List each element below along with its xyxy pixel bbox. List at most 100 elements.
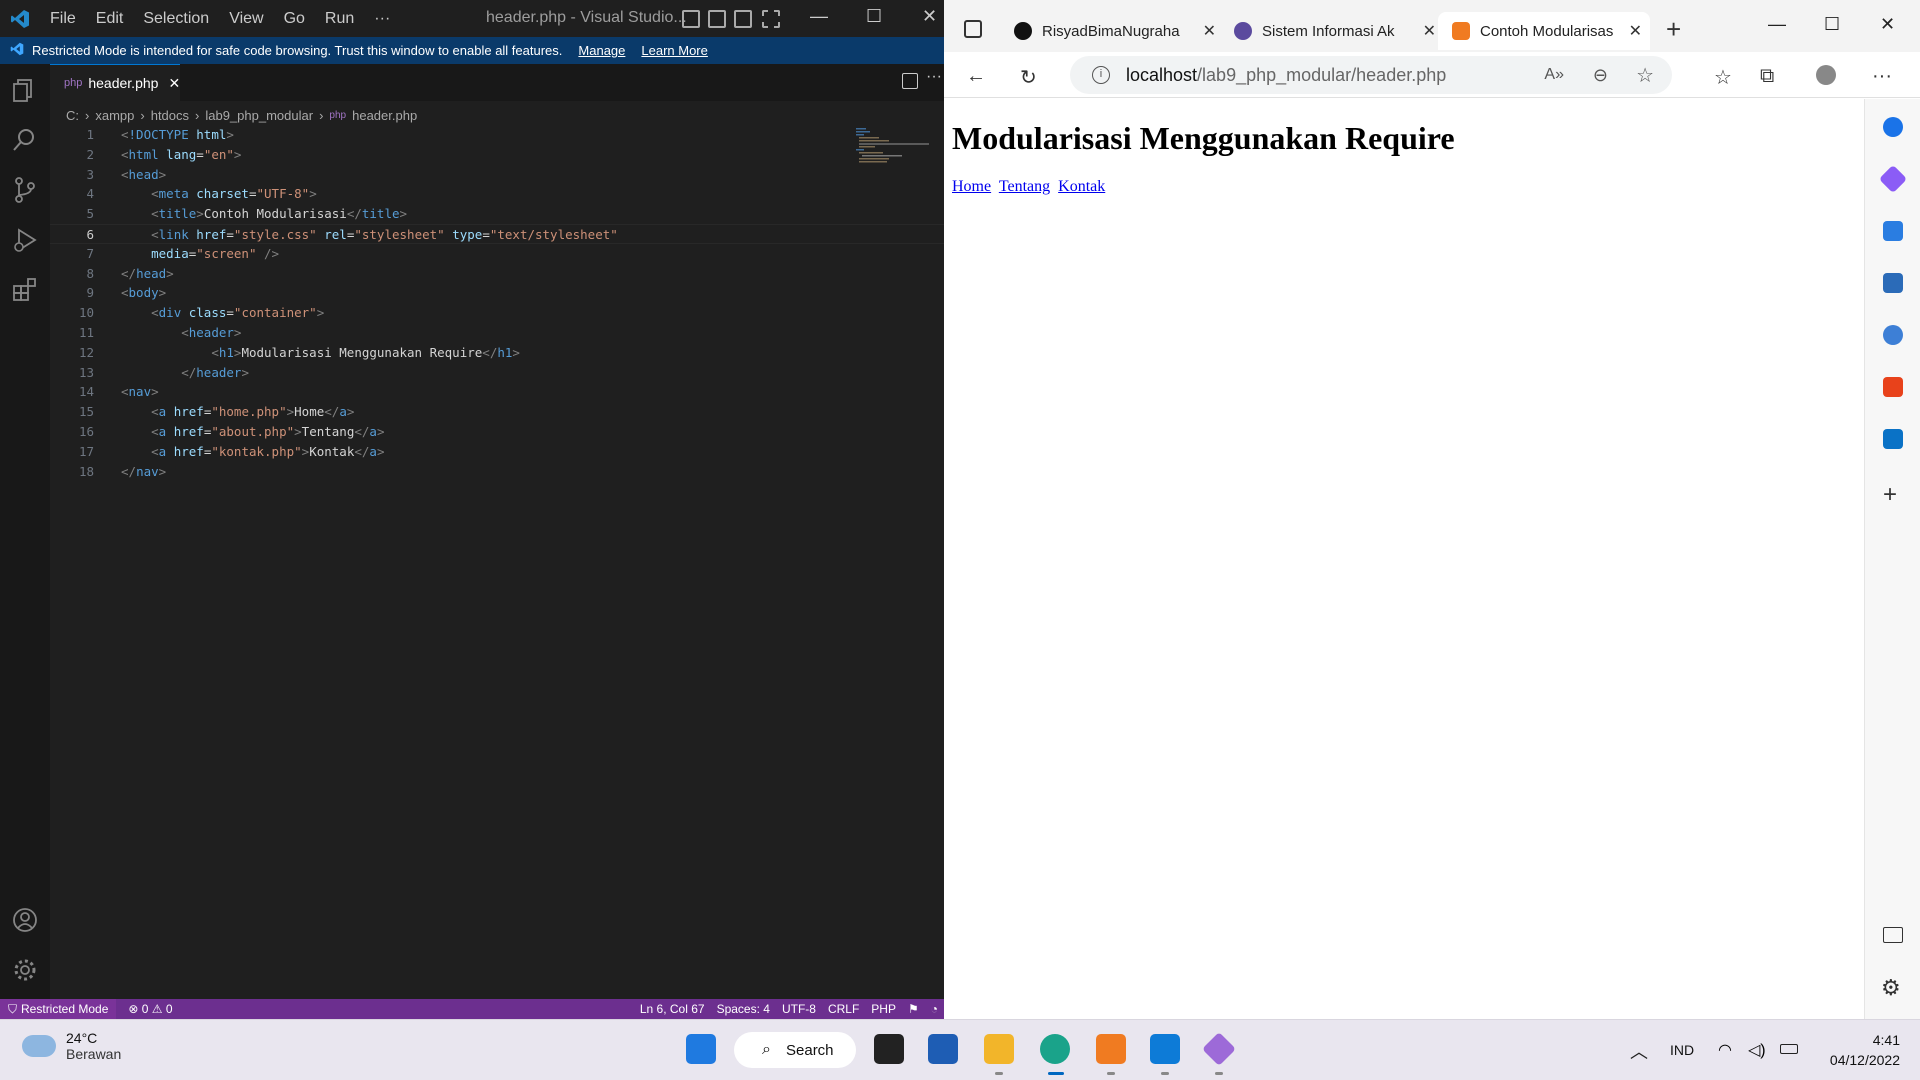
toggle-panel-icon[interactable]	[708, 10, 726, 28]
address-bar[interactable]: i localhost /lab9_php_modular/header.php…	[1070, 56, 1672, 94]
git-app-icon[interactable]	[1202, 1032, 1236, 1066]
code-line[interactable]: 7 media="screen" />	[50, 244, 944, 264]
tab-close-icon[interactable]: ✕	[168, 75, 180, 92]
run-debug-icon[interactable]	[11, 226, 39, 254]
read-aloud-icon[interactable]: A»	[1544, 66, 1564, 84]
tab-actions-icon[interactable]	[964, 20, 982, 38]
close-icon[interactable]: ✕	[1880, 14, 1895, 35]
breadcrumb-drive[interactable]: C:	[66, 108, 79, 123]
refresh-icon[interactable]: ↻	[1020, 65, 1037, 90]
more-actions-icon[interactable]: ···	[926, 68, 942, 86]
notifications-bell-icon[interactable]: ◔	[931, 1002, 938, 1016]
code-line[interactable]: 5 <title>Contoh Modularisasi</title>	[50, 204, 944, 224]
close-icon[interactable]: ✕	[922, 6, 937, 27]
tab-contoh-modularisasi[interactable]: Contoh Modularisas ✕	[1438, 12, 1650, 50]
breadcrumb-xampp[interactable]: xampp	[95, 108, 134, 123]
input-language[interactable]: IND	[1670, 1042, 1694, 1058]
menu-file[interactable]: File	[40, 10, 86, 28]
add-sidebar-app-icon[interactable]: +	[1883, 481, 1897, 509]
tab-close-icon[interactable]: ✕	[1629, 21, 1642, 41]
bing-search-icon[interactable]	[1883, 117, 1903, 137]
code-editor[interactable]: 1 <!DOCTYPE html> 2 <html lang="en"> 3 <head>…	[50, 125, 944, 481]
extensions-icon[interactable]	[11, 276, 39, 304]
code-line[interactable]: 16 <a href="about.php">Tentang</a>	[50, 422, 944, 442]
code-line[interactable]: 13 </header>	[50, 363, 944, 383]
breadcrumb-folder[interactable]: lab9_php_modular	[205, 108, 313, 123]
tab-sistem-informasi[interactable]: Sistem Informasi Ak ✕	[1234, 12, 1444, 50]
sparkle-icon[interactable]	[1878, 164, 1908, 194]
menu-view[interactable]: View	[219, 10, 273, 28]
settings-gear-icon[interactable]	[11, 956, 39, 984]
tab-close-icon[interactable]: ✕	[1203, 21, 1216, 41]
shopping-tag-icon[interactable]	[1883, 221, 1903, 241]
site-info-icon[interactable]: i	[1092, 66, 1110, 84]
outlook-icon[interactable]	[1883, 429, 1903, 449]
code-line[interactable]: 15 <a href="home.php">Home</a>	[50, 402, 944, 422]
menu-selection[interactable]: Selection	[133, 10, 219, 28]
link-tentang[interactable]: Tentang	[999, 178, 1050, 195]
menu-run[interactable]: Run	[315, 10, 364, 28]
system-clock[interactable]: 4:41 04/12/2022	[1820, 1030, 1900, 1070]
collections-icon[interactable]: ⧉	[1760, 65, 1774, 88]
taskbar-search[interactable]: ⌕ Search	[734, 1032, 856, 1068]
file-explorer-icon[interactable]	[984, 1034, 1014, 1064]
tab-close-icon[interactable]: ✕	[1423, 21, 1436, 41]
add-favorite-icon[interactable]: ☆	[1636, 63, 1654, 88]
xampp-icon[interactable]	[1096, 1034, 1126, 1064]
restricted-mode-status[interactable]: ⛉ Restricted Mode	[0, 999, 117, 1019]
line-ending[interactable]: CRLF	[828, 1002, 859, 1016]
games-icon[interactable]	[1883, 325, 1903, 345]
code-line[interactable]: 6 <link href="style.css" rel="stylesheet…	[50, 223, 944, 244]
code-line[interactable]: 9 <body>	[50, 283, 944, 303]
volume-icon[interactable]: ◁)	[1748, 1040, 1766, 1060]
breadcrumb-htdocs[interactable]: htdocs	[151, 108, 189, 123]
tab-github[interactable]: RisyadBimaNugraha ✕	[1014, 12, 1224, 50]
source-control-icon[interactable]	[11, 176, 39, 204]
code-line[interactable]: 3 <head>	[50, 165, 944, 185]
profile-avatar-icon[interactable]	[1816, 65, 1836, 85]
wifi-icon[interactable]: ◠	[1718, 1040, 1732, 1060]
cursor-position[interactable]: Ln 6, Col 67	[640, 1002, 705, 1016]
code-line[interactable]: 14 <nav>	[50, 382, 944, 402]
link-home[interactable]: Home	[952, 178, 991, 195]
accounts-icon[interactable]	[11, 906, 39, 934]
edge-browser-icon[interactable]	[1040, 1034, 1070, 1064]
back-icon[interactable]: ←	[966, 65, 986, 88]
battery-icon[interactable]	[1780, 1044, 1798, 1054]
explorer-icon[interactable]	[11, 76, 39, 104]
code-line[interactable]: 10 <div class="container">	[50, 303, 944, 323]
sidebar-settings-gear-icon[interactable]: ⚙	[1881, 975, 1901, 1001]
code-line[interactable]: 17 <a href="kontak.php">Kontak</a>	[50, 442, 944, 462]
code-line[interactable]: 11 <header>	[50, 323, 944, 343]
code-line[interactable]: 8 </head>	[50, 264, 944, 284]
encoding[interactable]: UTF-8	[782, 1002, 816, 1016]
hide-sidebar-icon[interactable]	[1883, 927, 1903, 943]
office-icon[interactable]	[1883, 377, 1903, 397]
settings-more-icon[interactable]: ···	[1872, 65, 1892, 88]
tab-header-php[interactable]: php header.php ✕	[50, 64, 180, 101]
show-hidden-icons-chevron-icon[interactable]: ︿	[1630, 1038, 1648, 1064]
indentation[interactable]: Spaces: 4	[717, 1002, 770, 1016]
menu-more[interactable]: ···	[364, 10, 400, 28]
menu-edit[interactable]: Edit	[86, 10, 134, 28]
favorites-icon[interactable]: ☆	[1714, 65, 1732, 90]
tools-icon[interactable]	[1883, 273, 1903, 293]
menu-go[interactable]: Go	[274, 10, 315, 28]
language-mode[interactable]: PHP	[871, 1002, 896, 1016]
minimize-icon[interactable]: —	[1768, 14, 1786, 35]
toggle-sidebar-icon[interactable]	[682, 10, 700, 28]
search-icon[interactable]	[11, 126, 39, 154]
code-line[interactable]: 4 <meta charset="UTF-8">	[50, 184, 944, 204]
problems-count[interactable]: ⊗ 0 ⚠ 0	[128, 1002, 172, 1016]
start-windows-icon[interactable]	[686, 1034, 716, 1064]
learn-more-link[interactable]: Learn More	[641, 43, 707, 58]
customize-layout-icon[interactable]	[762, 10, 780, 28]
split-editor-icon[interactable]	[902, 73, 918, 89]
code-line[interactable]: 12 <h1>Modularisasi Menggunakan Require<…	[50, 343, 944, 363]
maximize-icon[interactable]: ☐	[866, 6, 882, 27]
breadcrumb-file[interactable]: header.php	[352, 108, 417, 123]
maximize-icon[interactable]: ☐	[1824, 14, 1840, 35]
code-line[interactable]: 1 <!DOCTYPE html>	[50, 125, 944, 145]
link-kontak[interactable]: Kontak	[1058, 178, 1105, 195]
minimize-icon[interactable]: —	[810, 6, 828, 27]
